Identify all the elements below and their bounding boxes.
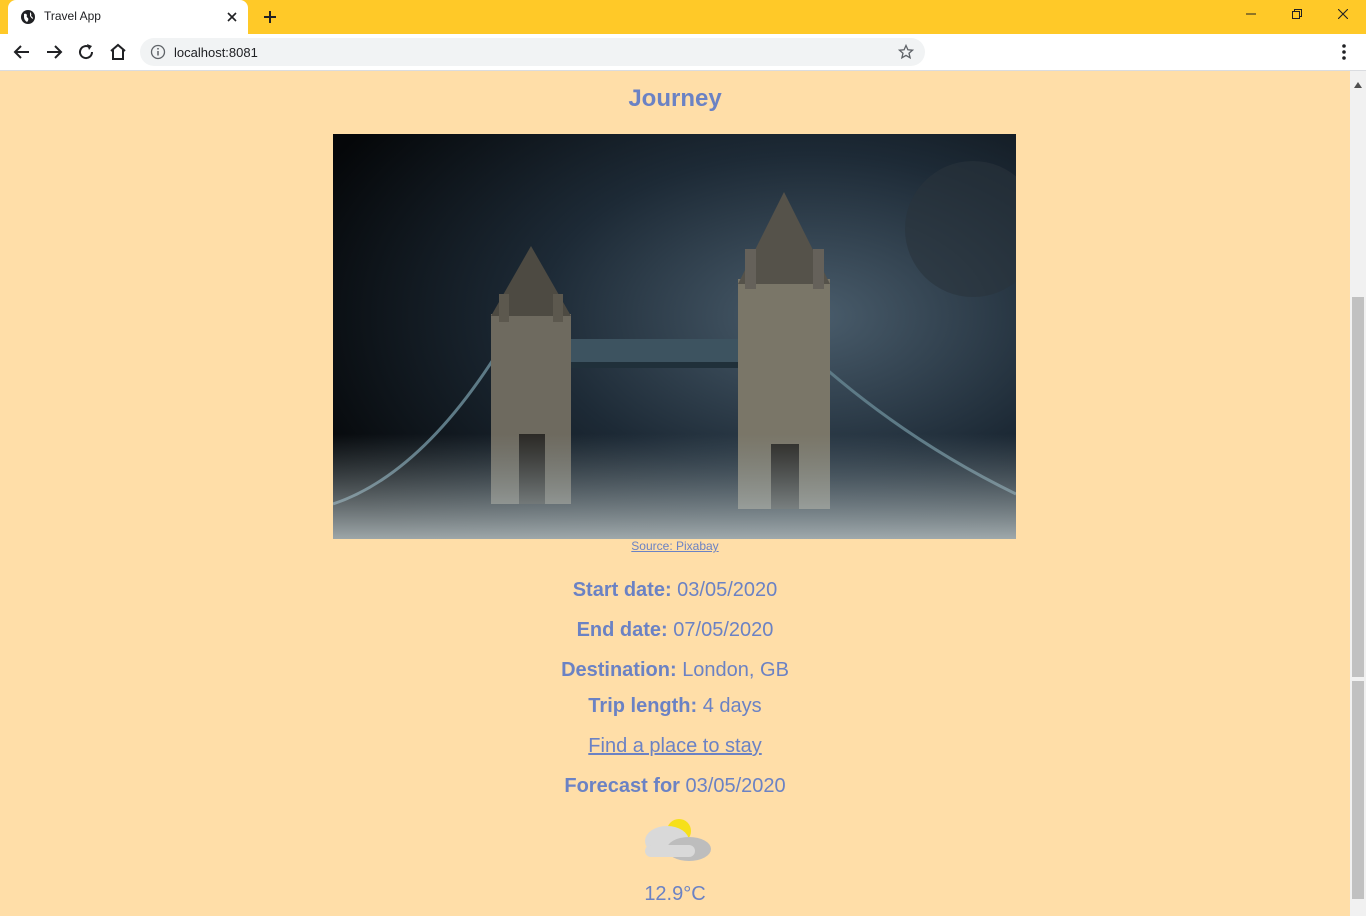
page-scrollbar[interactable] [1350, 71, 1366, 916]
browser-toolbar: localhost:8081 [0, 34, 1366, 71]
page-title: Journey [628, 85, 722, 112]
destination-line: Destination: London, GB [0, 659, 1350, 682]
temperature: 12.9°C [644, 883, 706, 905]
forecast-label: Forecast for [564, 775, 680, 797]
url-text[interactable]: localhost:8081 [174, 45, 258, 60]
image-source-link[interactable]: Source: Pixabay [0, 539, 1350, 553]
trip-length-line: Trip length: 4 days [0, 695, 1350, 718]
close-icon[interactable] [224, 9, 240, 25]
address-bar[interactable]: localhost:8081 [140, 38, 925, 66]
reload-icon[interactable] [74, 40, 98, 64]
forward-arrow-icon[interactable] [42, 40, 66, 64]
page-viewport: Journey Source: Pixabay Start date: 03/0… [0, 71, 1350, 916]
destination-value: London, GB [682, 659, 789, 681]
back-arrow-icon[interactable] [10, 40, 34, 64]
scroll-up-arrow-icon[interactable] [1354, 75, 1362, 93]
trip-length-label: Trip length: [588, 695, 698, 717]
home-icon[interactable] [106, 40, 130, 64]
kebab-menu-icon[interactable] [1334, 40, 1354, 64]
end-date-label: End date: [576, 619, 668, 641]
start-date-line: Start date: 03/05/2020 [0, 579, 1350, 602]
scroll-thumb[interactable] [1352, 297, 1364, 677]
restore-icon[interactable] [1274, 0, 1320, 30]
start-date-value: 03/05/2020 [677, 579, 778, 601]
scroll-thumb-lower[interactable] [1352, 681, 1364, 899]
trip-length-value: 4 days [702, 695, 762, 717]
star-icon[interactable] [897, 43, 915, 60]
end-date-line: End date: 07/05/2020 [0, 619, 1350, 642]
tab-title: Travel App [44, 9, 101, 23]
stay-link-line: Find a place to stay [0, 735, 1350, 758]
end-date-value: 07/05/2020 [673, 619, 774, 641]
globe-icon [20, 9, 36, 25]
info-icon[interactable] [150, 44, 166, 60]
forecast-line: Forecast for 03/05/2020 [0, 775, 1350, 798]
forecast-date: 03/05/2020 [685, 775, 786, 797]
destination-label: Destination: [561, 659, 677, 681]
partly-cloudy-icon [639, 817, 713, 865]
find-stay-link[interactable]: Find a place to stay [588, 735, 761, 757]
minimize-icon[interactable] [1228, 0, 1274, 30]
destination-photo [333, 134, 1016, 539]
browser-title-bar: Travel App [0, 0, 1366, 34]
start-date-label: Start date: [572, 579, 672, 601]
window-close-icon[interactable] [1320, 0, 1366, 30]
browser-tab[interactable]: Travel App [8, 0, 248, 34]
plus-icon[interactable] [260, 7, 280, 27]
